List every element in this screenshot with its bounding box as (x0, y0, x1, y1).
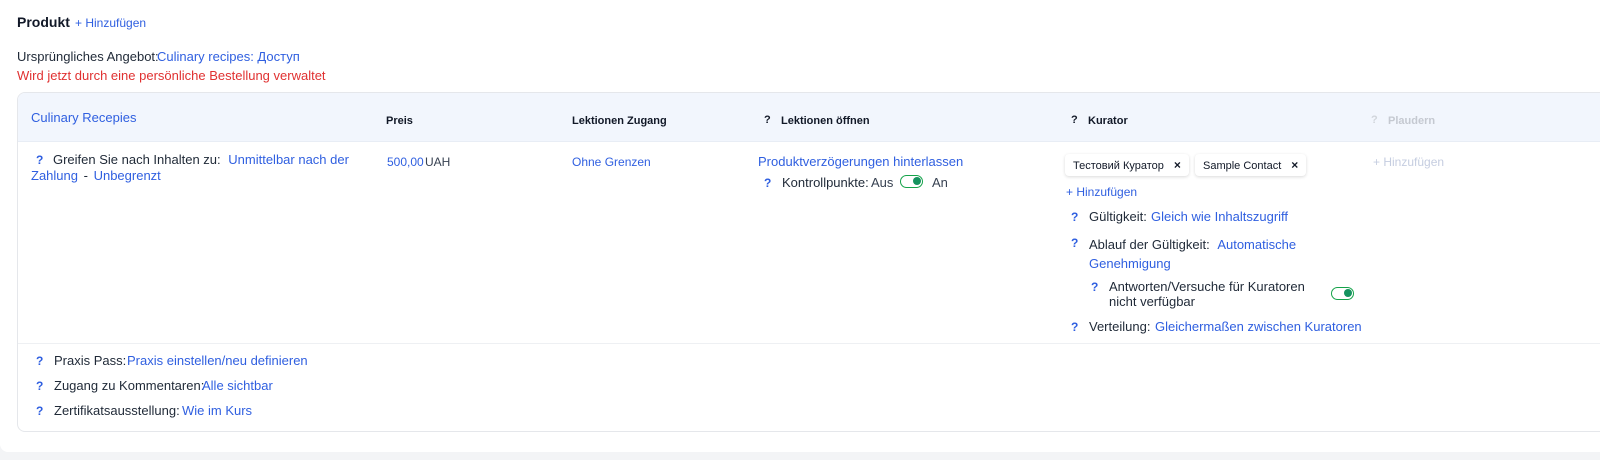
checkpoints-off-label: Aus (871, 175, 894, 190)
help-icon[interactable]: ? (764, 176, 771, 190)
certificate-link[interactable]: Wie im Kurs (182, 403, 252, 418)
row-divider (18, 343, 1600, 344)
access-separator: - (83, 168, 88, 183)
help-icon[interactable]: ? (36, 354, 43, 368)
column-lessons-open: Lektionen öffnen (781, 115, 870, 127)
comments-link[interactable]: Alle sichtbar (202, 378, 273, 393)
column-price: Preis (386, 115, 413, 127)
distribution-label: Verteilung: (1089, 319, 1151, 334)
toggle-knob (1344, 289, 1352, 297)
offer-link[interactable]: Culinary recipes: Доступ (157, 49, 300, 64)
curator-chip: Sample Contact × (1195, 154, 1307, 176)
practice-link[interactable]: Praxis einstellen/neu definieren (127, 353, 308, 368)
price-amount-link[interactable]: 500,00 (387, 155, 424, 169)
help-icon[interactable]: ? (764, 114, 771, 126)
add-chat-button: + Hinzufügen (1373, 155, 1445, 169)
help-icon[interactable]: ? (1071, 114, 1078, 126)
add-curator-button[interactable]: + Hinzufügen (1066, 185, 1137, 199)
toggle-knob (913, 177, 921, 185)
help-icon[interactable]: ? (36, 153, 43, 167)
distribution-link[interactable]: Gleichermaßen zwischen Kuratoren (1155, 319, 1362, 334)
validity-link[interactable]: Gleich wie Inhaltszugriff (1151, 209, 1288, 224)
access-duration-link[interactable]: Unbegrenzt (94, 168, 161, 183)
remove-curator-icon[interactable]: × (1291, 154, 1298, 176)
expiry-setting: Ablauf der Gültigkeit: Automatische Gene… (1089, 235, 1319, 273)
curator-chip-label: Тестовий Куратор (1073, 160, 1164, 172)
curator-chip-label: Sample Contact (1203, 160, 1282, 172)
product-title: Produkt (17, 14, 70, 30)
comments-label: Zugang zu Kommentaren: (54, 378, 205, 393)
column-chat: Plaudern (1388, 115, 1436, 127)
product-name-link[interactable]: Culinary Recepies (31, 110, 137, 125)
help-icon[interactable]: ? (36, 404, 43, 418)
validity-label: Gültigkeit: (1089, 209, 1147, 224)
help-icon[interactable]: ? (1071, 210, 1078, 224)
checkpoints-label: Kontrollpunkte: (782, 175, 869, 190)
add-product-button[interactable]: + Hinzufügen (75, 16, 146, 30)
expiry-label: Ablauf der Gültigkeit: (1089, 237, 1210, 252)
lessons-access-link[interactable]: Ohne Grenzen (572, 155, 651, 169)
delay-link[interactable]: Produktverzögerungen hinterlassen (758, 154, 963, 169)
access-setting: ? Greifen Sie nach Inhalten zu: Unmittel… (31, 152, 351, 184)
price-currency: UAH (425, 155, 451, 169)
help-icon[interactable]: ? (1071, 236, 1078, 250)
practice-label: Praxis Pass: (54, 353, 127, 368)
help-icon: ? (1371, 114, 1378, 126)
product-card: Culinary Recepies Preis Lektionen Zugang… (17, 92, 1600, 432)
offer-label: Ursprüngliches Angebot: (17, 49, 159, 64)
column-lessons-access: Lektionen Zugang (572, 115, 667, 127)
column-curator: Kurator (1088, 115, 1128, 127)
remove-curator-icon[interactable]: × (1174, 154, 1181, 176)
help-icon[interactable]: ? (1091, 280, 1098, 294)
certificate-label: Zertifikatsausstellung: (54, 403, 180, 418)
offer-warning: Wird jetzt durch eine persönliche Bestel… (17, 68, 326, 83)
curator-chip: Тестовий Куратор × (1065, 154, 1189, 176)
checkpoints-toggle[interactable] (900, 175, 923, 188)
answers-label: Antworten/Versuche für Kuratoren nicht v… (1109, 279, 1305, 309)
help-icon[interactable]: ? (36, 379, 43, 393)
product-panel: Produkt + Hinzufügen Ursprüngliches Ange… (0, 0, 1600, 452)
answers-toggle[interactable] (1331, 287, 1354, 300)
checkpoints-on-label: An (932, 175, 948, 190)
access-label: Greifen Sie nach Inhalten zu: (52, 152, 221, 167)
help-icon[interactable]: ? (1071, 320, 1078, 334)
